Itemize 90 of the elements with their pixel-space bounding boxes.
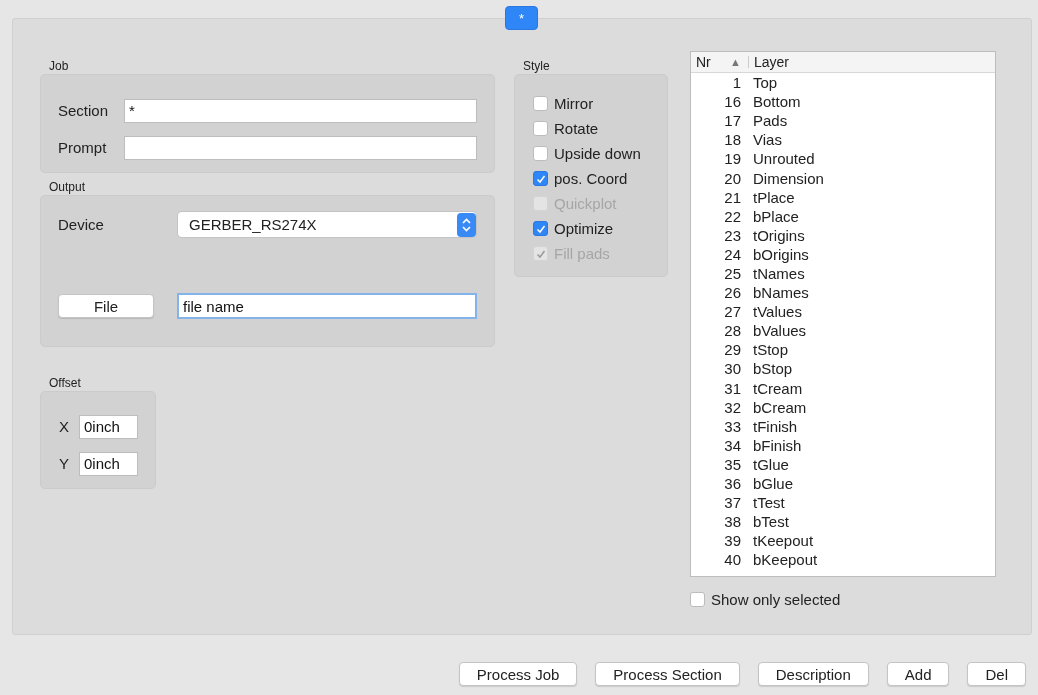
table-cell: tNames <box>753 265 805 282</box>
table-cell: tCream <box>753 379 803 397</box>
table-cell: bFinish <box>753 436 802 454</box>
group-title: Job <box>49 59 70 73</box>
table-cell: bKeepout <box>753 551 818 569</box>
table-cell: tKeepout <box>753 532 814 550</box>
table-cell-text: 37 <box>723 494 741 512</box>
table-cell: bStop <box>753 360 793 378</box>
table-cell-text: 24 <box>723 245 741 263</box>
table-cell: Dimension <box>753 169 824 187</box>
table-cell: Top <box>753 74 778 92</box>
table-cell-text: 18 <box>723 131 741 149</box>
checkbox[interactable] <box>533 96 548 111</box>
table-cell-text: 35 <box>723 455 741 473</box>
table-cell-text: 30 <box>723 360 741 378</box>
action-button[interactable]: Process Section <box>595 662 740 686</box>
table-cell: bPlace <box>753 207 799 225</box>
table-cell-text: 33 <box>723 417 741 435</box>
table-cell: Pads <box>753 112 788 130</box>
table-cell-text: 19 <box>723 150 741 168</box>
table-cell-text: 23 <box>723 226 741 244</box>
text-field[interactable]: 0inch <box>79 414 138 439</box>
checkbox-label: Upside down <box>554 145 641 162</box>
checkbox-label: pos. Coord <box>554 170 628 187</box>
table-cell: bOrigins <box>753 245 809 263</box>
table-cell-text: 40 <box>723 551 741 569</box>
table-cell-text: 1 <box>731 74 741 92</box>
table-cell: Unrouted <box>753 150 815 168</box>
table-cell-text: 20 <box>723 169 741 187</box>
action-button[interactable]: Add <box>886 662 950 686</box>
file-name-field[interactable]: file name <box>177 293 477 319</box>
column-header[interactable]: Nr <box>691 54 730 70</box>
table-cell-text: 31 <box>723 379 741 397</box>
checkbox-label: Show only selected <box>711 591 841 608</box>
text-field[interactable] <box>124 135 477 160</box>
group-title: Offset <box>49 376 82 390</box>
field-label: Device <box>58 216 105 233</box>
table-cell-text: 22 <box>723 207 741 225</box>
table-cell: Bottom <box>753 93 801 111</box>
file-button[interactable]: File <box>58 294 154 318</box>
action-button[interactable]: Process Job <box>458 662 578 686</box>
table-cell-text: 29 <box>723 341 741 359</box>
sort-indicator: ▲ <box>730 56 749 68</box>
group-title: Style <box>523 59 551 73</box>
table-cell-text: 25 <box>723 265 741 282</box>
table-cell-text: 21 <box>723 188 741 206</box>
column-header[interactable]: Layer <box>749 54 790 70</box>
checkbox[interactable] <box>690 592 705 607</box>
table-cell: bGlue <box>753 475 794 492</box>
chevron-icon <box>457 212 476 237</box>
table-cell: tStop <box>753 341 789 359</box>
table-cell-text: 36 <box>723 475 741 492</box>
table-cell: tValues <box>753 303 802 321</box>
text-field[interactable]: 0inch <box>79 451 138 476</box>
checkbox-label: Rotate <box>554 120 599 137</box>
field-label: Y <box>59 455 70 472</box>
tab[interactable]: * <box>505 6 538 30</box>
table-cell-text: 17 <box>723 112 741 130</box>
table-cell-text: 34 <box>723 436 741 454</box>
table-cell: tGlue <box>753 455 789 473</box>
checkbox[interactable] <box>533 146 548 161</box>
table-cell: bTest <box>753 513 789 531</box>
table-cell-text: 26 <box>723 284 741 302</box>
checkbox[interactable] <box>533 221 548 236</box>
field-label: Prompt <box>58 139 108 156</box>
table-cell: tPlace <box>753 188 795 206</box>
table-cell-text: 28 <box>723 322 741 340</box>
table-cell: tTest <box>753 494 785 512</box>
checkbox-label: Mirror <box>554 95 594 112</box>
table-cell-text: 32 <box>723 398 741 416</box>
table-cell: bCream <box>753 398 807 416</box>
checkbox[interactable] <box>533 171 548 186</box>
table-cell: bNames <box>753 284 809 302</box>
table-cell: tFinish <box>753 417 798 435</box>
table-cell: tOrigins <box>753 226 805 244</box>
table-cell-text: 16 <box>723 93 741 111</box>
table-cell: Vias <box>753 131 782 149</box>
table-cell-text: 39 <box>723 532 741 550</box>
checkbox-label: Optimize <box>554 220 614 237</box>
table-cell-text: 38 <box>723 513 741 531</box>
table-cell-text: 27 <box>723 303 741 321</box>
action-button[interactable]: Description <box>757 662 869 686</box>
checkbox[interactable] <box>533 121 548 136</box>
device-dropdown[interactable]: GERBER_RS274X <box>178 212 476 237</box>
table-cell: bValues <box>753 322 807 340</box>
field-label: X <box>59 418 70 435</box>
field-label: Section <box>58 102 110 119</box>
text-field[interactable]: * <box>124 98 477 123</box>
group-title: Output <box>49 180 87 194</box>
action-button[interactable]: Del <box>967 662 1026 686</box>
